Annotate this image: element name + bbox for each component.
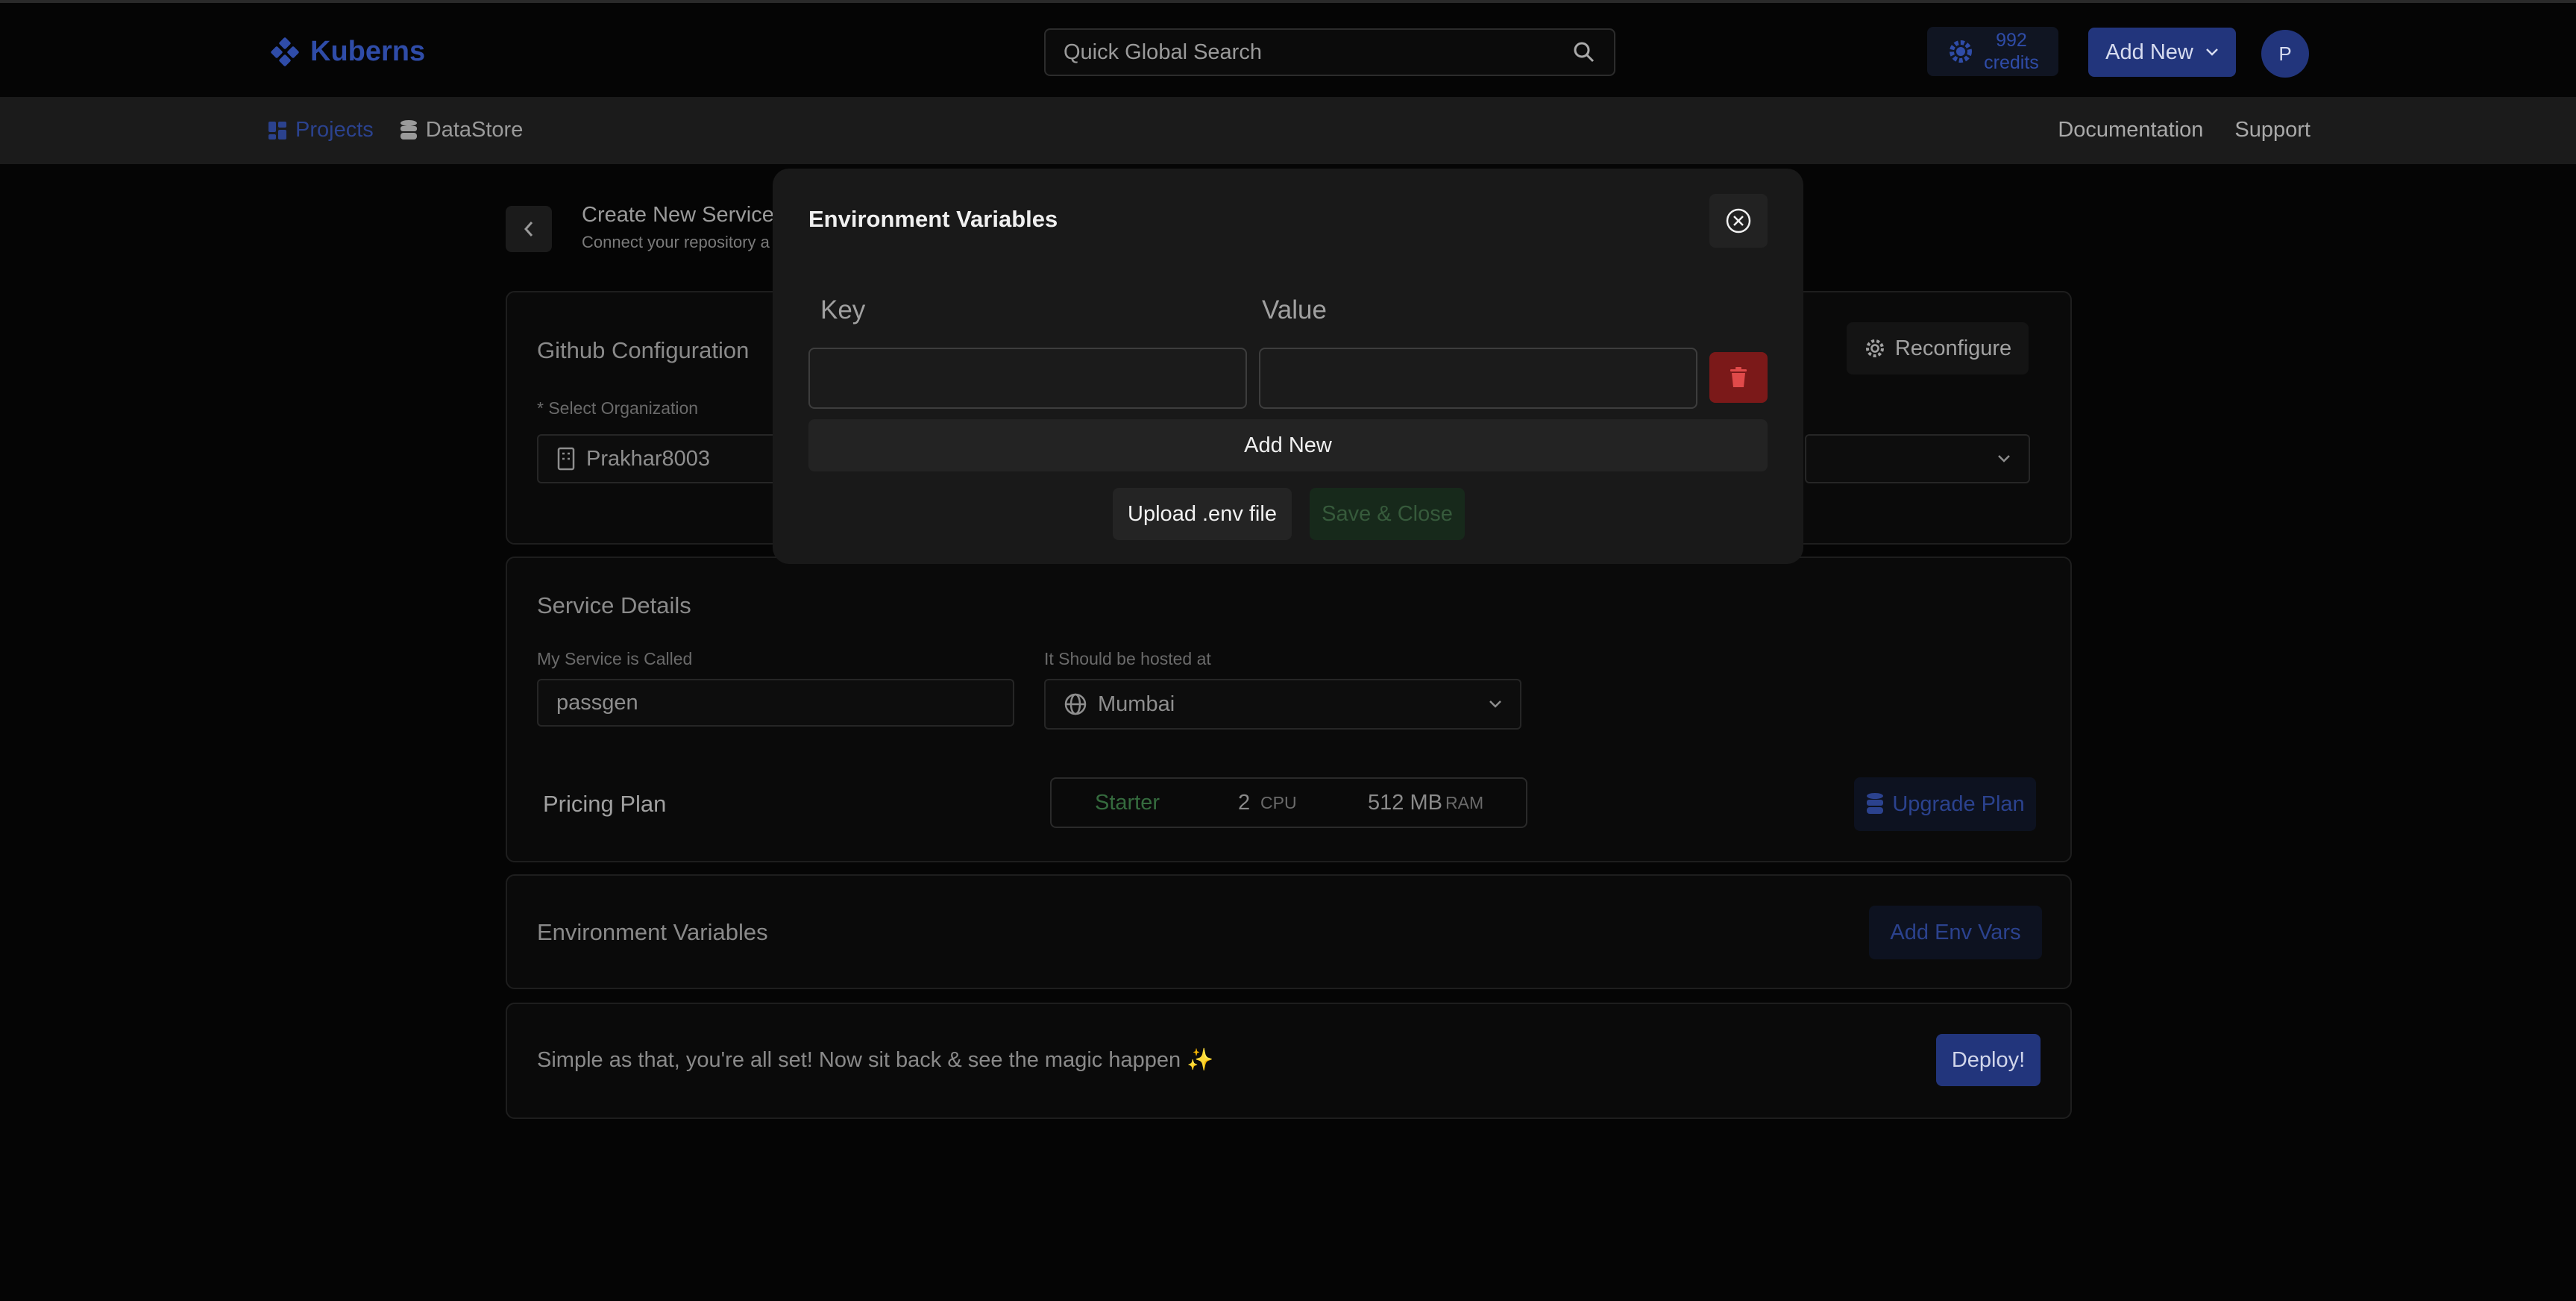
- back-button[interactable]: [506, 206, 552, 252]
- close-icon: [1726, 208, 1751, 233]
- modal-close-button[interactable]: [1709, 194, 1768, 248]
- avatar[interactable]: P: [2261, 30, 2309, 78]
- credits-label: credits: [1984, 52, 2039, 73]
- org-label: * Select Organization: [537, 398, 699, 418]
- gear-icon: [1865, 339, 1884, 357]
- service-details-title: Service Details: [537, 592, 691, 618]
- database-icon: [1867, 793, 1884, 814]
- database-icon: [400, 119, 417, 139]
- env-vars-card: Environment Variables Add Env Vars: [506, 874, 2072, 989]
- plan-cpu-value: 2: [1238, 790, 1251, 815]
- plan-name: Starter: [1095, 790, 1160, 815]
- chevron-down-icon: [1998, 455, 2010, 463]
- nav-bar: Projects DataStore Documentation Support: [0, 97, 2576, 164]
- reconfigure-label: Reconfigure: [1894, 336, 2012, 360]
- credits-amount: 992: [1996, 30, 2027, 51]
- key-column-header: Key: [820, 295, 866, 325]
- building-icon: [557, 447, 575, 471]
- grid-icon: [268, 121, 286, 139]
- env-vars-modal: Environment Variables Key Value Add New …: [773, 169, 1803, 564]
- value-column-header: Value: [1262, 295, 1327, 325]
- search-icon[interactable]: [1572, 40, 1596, 64]
- deploy-button[interactable]: Deploy!: [1936, 1034, 2041, 1086]
- upgrade-plan-button[interactable]: Upgrade Plan: [1854, 777, 2036, 831]
- page-title: Create New Service: [582, 203, 774, 227]
- env-key-input[interactable]: [808, 348, 1247, 409]
- nav-item-projects[interactable]: Projects: [267, 118, 374, 142]
- reconfigure-button[interactable]: Reconfigure: [1847, 322, 2029, 374]
- upgrade-plan-label: Upgrade Plan: [1892, 791, 2025, 816]
- save-close-button[interactable]: Save & Close: [1310, 488, 1465, 540]
- deploy-message: Simple as that, you're all set! Now sit …: [537, 1048, 1214, 1072]
- brand-logo[interactable]: Kuberns: [270, 36, 425, 68]
- upload-env-button[interactable]: Upload .env file: [1113, 488, 1292, 540]
- chevron-left-icon: [524, 222, 533, 236]
- deploy-card: Simple as that, you're all set! Now sit …: [506, 1003, 2072, 1119]
- plan-cpu-unit: CPU: [1260, 792, 1297, 812]
- pricing-plan-label: Pricing Plan: [543, 791, 667, 817]
- chevron-down-icon: [1489, 700, 1501, 708]
- global-search[interactable]: [1044, 28, 1615, 76]
- github-config-title: Github Configuration: [537, 337, 750, 363]
- chevron-down-icon: [2205, 48, 2218, 56]
- nav-link-support[interactable]: Support: [2234, 118, 2310, 142]
- plan-ram-unit: RAM: [1445, 792, 1484, 812]
- org-value: Prakhar8003: [586, 446, 711, 471]
- nav-item-label: DataStore: [425, 118, 524, 142]
- modal-title: Environment Variables: [808, 206, 1058, 232]
- add-new-button[interactable]: Add New: [2088, 28, 2236, 77]
- page-subtitle: Connect your repository a: [582, 233, 770, 251]
- env-vars-title: Environment Variables: [537, 919, 768, 945]
- add-env-vars-label: Add Env Vars: [1890, 920, 2021, 944]
- region-label: It Should be hosted at: [1044, 649, 1211, 668]
- nav-link-documentation[interactable]: Documentation: [2058, 118, 2203, 142]
- search-input[interactable]: [1064, 40, 1541, 65]
- service-name-value: passgen: [556, 690, 638, 715]
- kuberns-logo-icon: [271, 37, 299, 66]
- nav-item-datastore[interactable]: DataStore: [399, 118, 524, 142]
- add-new-row-button[interactable]: Add New: [808, 419, 1768, 471]
- service-name-label: My Service is Called: [537, 649, 693, 668]
- delete-row-button[interactable]: [1709, 352, 1768, 403]
- nav-item-label: Projects: [295, 118, 374, 142]
- env-value-input[interactable]: [1259, 348, 1697, 409]
- trash-icon: [1730, 367, 1747, 387]
- region-select[interactable]: Mumbai: [1044, 679, 1521, 730]
- repo-select[interactable]: [1805, 434, 2030, 483]
- plan-ram-value: 512 MB: [1368, 790, 1442, 815]
- add-env-vars-button[interactable]: Add Env Vars: [1869, 906, 2042, 959]
- add-new-label: Add New: [2105, 40, 2193, 64]
- globe-icon: [1064, 693, 1087, 715]
- brand-name: Kuberns: [310, 36, 426, 67]
- gear-icon: [1950, 40, 1973, 63]
- top-bar: Kuberns 992 credits Add New P: [0, 0, 2576, 97]
- region-value: Mumbai: [1098, 692, 1175, 716]
- service-name-input[interactable]: passgen: [537, 679, 1014, 727]
- pricing-plan-selector[interactable]: Starter 2 CPU 512 MB RAM: [1050, 777, 1527, 828]
- credits-badge[interactable]: 992 credits: [1927, 27, 2058, 76]
